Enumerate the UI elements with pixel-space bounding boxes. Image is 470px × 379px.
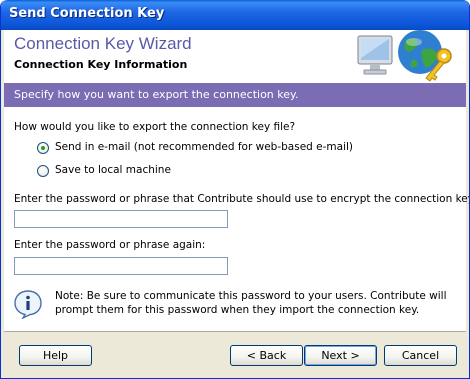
radio-save-local-label[interactable]: Save to local machine (55, 164, 171, 176)
back-button[interactable]: < Back (230, 345, 303, 366)
password-again-input[interactable] (14, 257, 228, 275)
connection-key-globe-icon (357, 30, 452, 82)
radio-send-email-label[interactable]: Send in e-mail (not recommended for web-… (55, 141, 353, 153)
wizard-banner: Connection Key Wizard Connection Key Inf… (4, 30, 466, 83)
export-question-label: How would you like to export the connect… (14, 121, 296, 133)
wizard-subtitle: Connection Key Information (14, 58, 188, 71)
help-button[interactable]: Help (19, 345, 92, 366)
wizard-title: Connection Key Wizard (14, 34, 192, 53)
note-text: Note: Be sure to communicate this passwo… (55, 290, 447, 316)
window-title: Send Connection Key (9, 6, 165, 21)
radio-button-send-email[interactable] (37, 142, 49, 154)
password-label: Enter the password or phrase that Contri… (14, 193, 470, 205)
instruction-text: Specify how you want to export the conne… (14, 88, 299, 101)
password-input[interactable] (14, 210, 228, 228)
wizard-window: Send Connection Key Connection Key Wizar… (0, 0, 470, 379)
title-bar[interactable]: Send Connection Key (1, 0, 469, 30)
password-again-label: Enter the password or phrase again: (14, 239, 206, 251)
info-icon (14, 290, 42, 319)
wizard-body: How would you like to export the connect… (4, 107, 469, 331)
button-bar: Help < Back Next > Cancel (4, 331, 466, 378)
next-button[interactable]: Next > (304, 345, 377, 366)
cancel-button[interactable]: Cancel (384, 345, 457, 366)
radio-button-save-local[interactable] (37, 165, 49, 177)
instruction-bar: Specify how you want to export the conne… (4, 83, 466, 107)
